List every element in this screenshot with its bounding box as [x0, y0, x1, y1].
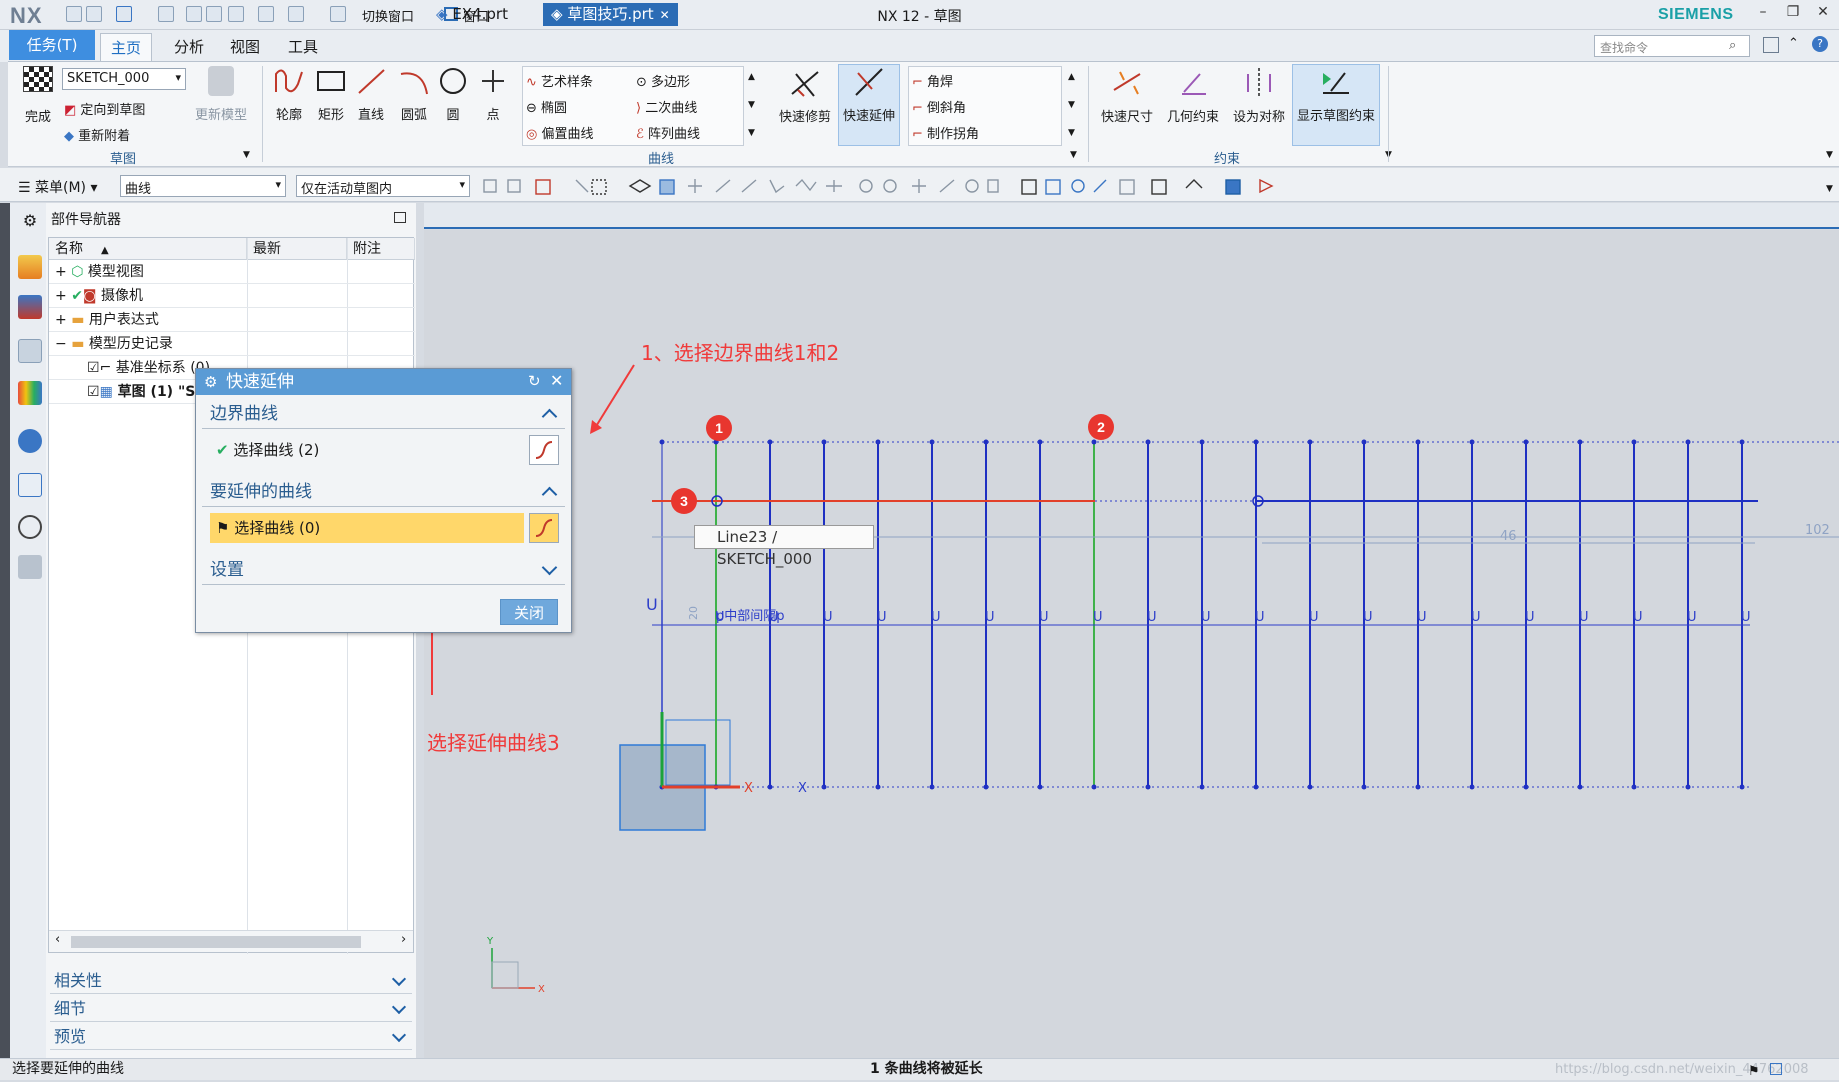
- u-constraint-symbol: U: [985, 610, 995, 625]
- close-button[interactable]: 关闭: [500, 599, 558, 625]
- u-constraint-symbol: U: [1417, 610, 1427, 625]
- u-constraint-symbol: U: [1525, 610, 1535, 625]
- marker-3: 3: [671, 488, 697, 514]
- u-constraint-symbol: U: [1147, 610, 1157, 625]
- extend-select-row[interactable]: ⚑ 选择曲线 (0): [210, 513, 524, 543]
- marker-1: 1: [706, 415, 732, 441]
- status-message: 1 条曲线将被延长: [870, 1061, 983, 1077]
- check-icon: ✔: [216, 441, 234, 459]
- u-constraint-symbol: U: [1093, 610, 1103, 625]
- u-constraint-symbol: U: [1687, 610, 1697, 625]
- u-constraint-symbol: U: [1201, 610, 1211, 625]
- x-axis-label: X: [744, 781, 753, 796]
- flag-icon: ⚑: [216, 519, 235, 537]
- u-constraint-symbol: U: [1579, 610, 1589, 625]
- dim-value-102: 102: [1805, 523, 1830, 538]
- status-panel-icon[interactable]: [1770, 1063, 1782, 1075]
- dialog-gear-icon: ⚙: [204, 373, 218, 391]
- dialog-title: 快速延伸: [196, 369, 571, 395]
- marker-2: 2: [1088, 414, 1114, 440]
- quick-extend-dialog: 快速延伸 ⚙ ↻ ✕ 边界曲线 ✔ 选择曲线 (2) 要延伸的曲线 ⚑ 选择曲线…: [195, 368, 572, 633]
- section-settings[interactable]: 设置: [202, 555, 565, 585]
- annotation-arrowhead-1: [590, 420, 602, 434]
- dim-value-vertical: 20: [687, 606, 700, 620]
- u-constraint-symbol: U: [1039, 610, 1049, 625]
- dim-value-46: 46: [1500, 529, 1517, 544]
- overlap-dim-text: p中部间隔p: [716, 609, 785, 624]
- triad-square: [491, 961, 519, 989]
- status-prompt: 选择要延伸的曲线: [12, 1061, 124, 1077]
- dialog-close-icon[interactable]: ✕: [550, 371, 563, 390]
- reset-icon[interactable]: ↻: [528, 372, 541, 390]
- status-flag-icon[interactable]: ⚑: [1748, 1061, 1760, 1082]
- u-constraint-symbol: U: [1363, 610, 1373, 625]
- u-constraint-symbol: U: [1741, 610, 1751, 625]
- u-constraint-symbol: U: [1471, 610, 1481, 625]
- select-curve-icon[interactable]: [529, 513, 559, 543]
- annotation-select-extend: 选择延伸曲线3: [427, 731, 560, 755]
- triad-y-label: Y: [486, 936, 494, 947]
- u-constraint-symbol: U: [1633, 610, 1643, 625]
- section-curves-to-extend[interactable]: 要延伸的曲线: [202, 477, 565, 507]
- triad-x-label: X: [538, 984, 545, 995]
- status-bar: 选择要延伸的曲线 1 条曲线将被延长 https://blog.csdn.net…: [0, 1058, 1839, 1080]
- annotation-arrow-1: [594, 364, 635, 429]
- u-constraint-symbol: U: [931, 610, 941, 625]
- u-constraint-symbol: U: [1309, 610, 1319, 625]
- boundary-select-row[interactable]: ✔ 选择曲线 (2): [210, 435, 540, 465]
- section-boundary-curves[interactable]: 边界曲线: [202, 399, 565, 429]
- u-constraint-symbol: U: [1255, 610, 1265, 625]
- selection-tooltip: Line23 / SKETCH_000: [694, 525, 874, 568]
- select-curve-icon[interactable]: [529, 435, 559, 465]
- u-constraint-symbol: U: [823, 610, 833, 625]
- u-constraint-symbol: U: [877, 610, 887, 625]
- annotation-select-boundary: 1、选择边界曲线1和2: [641, 341, 840, 365]
- u-constraint-symbol: U: [646, 595, 658, 614]
- x-axis-label-2: X: [798, 781, 807, 796]
